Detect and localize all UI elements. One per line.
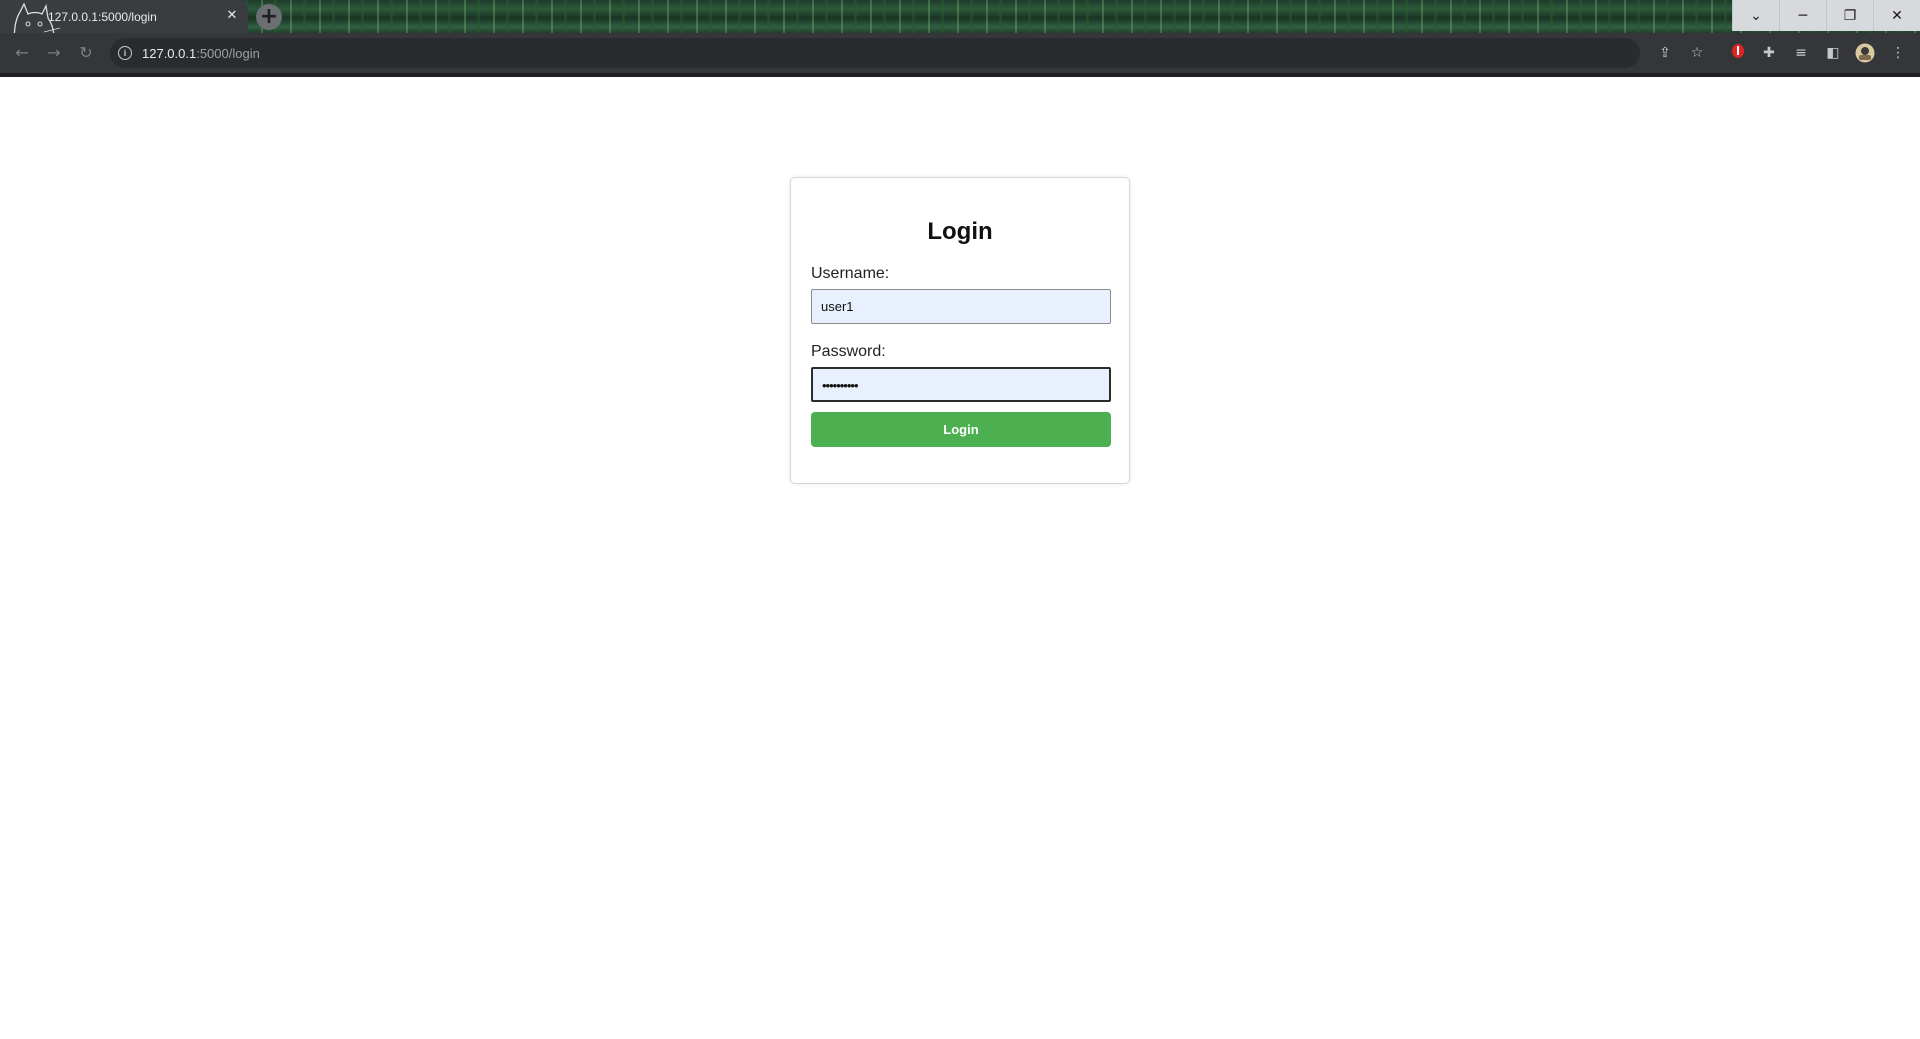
login-card: Login Username: user1 Password: ••••••••…	[790, 177, 1130, 484]
close-window-icon[interactable]: ✕	[1873, 0, 1920, 31]
back-icon[interactable]: ←	[12, 43, 32, 63]
minimize-icon[interactable]: ─	[1779, 0, 1826, 31]
url-text[interactable]: 127.0.0.1:5000/login	[142, 46, 260, 61]
browser-toolbar: ← → ↻ i 127.0.0.1:5000/login ⇪ ☆ ✚ ≡ ◧ ⋮	[0, 33, 1920, 77]
new-tab-icon[interactable]: +	[256, 4, 282, 30]
reading-list-icon[interactable]: ≡	[1791, 43, 1811, 63]
share-icon[interactable]: ⇪	[1655, 43, 1675, 63]
profile-avatar-icon[interactable]	[1855, 43, 1875, 63]
bookmark-star-icon[interactable]: ☆	[1687, 43, 1707, 63]
tab-title: 127.0.0.1:5000/login	[48, 10, 157, 24]
login-button[interactable]: Login	[811, 412, 1111, 447]
reload-icon[interactable]: ↻	[76, 43, 96, 63]
address-bar[interactable]: i 127.0.0.1:5000/login	[110, 38, 1640, 68]
username-label: Username:	[811, 265, 890, 282]
forward-icon[interactable]: →	[44, 43, 64, 63]
info-icon[interactable]: i	[118, 46, 132, 60]
extension-red-icon[interactable]	[1728, 43, 1748, 63]
window-controls: ⌄ ─ ❐ ✕	[1732, 0, 1920, 31]
password-label: Password:	[811, 343, 886, 360]
active-tab[interactable]: 127.0.0.1:5000/login ✕	[0, 0, 248, 55]
tab-strip: 127.0.0.1:5000/login ✕ + ⌄ ─ ❐ ✕	[0, 0, 1920, 55]
side-panel-icon[interactable]: ◧	[1823, 43, 1843, 63]
login-heading: Login	[927, 218, 993, 245]
menu-kebab-icon[interactable]: ⋮	[1888, 43, 1908, 63]
password-input[interactable]: ••••••••••	[811, 367, 1111, 402]
tab-close-icon[interactable]: ✕	[224, 8, 240, 24]
tab-search-dropdown-icon[interactable]: ⌄	[1732, 0, 1779, 31]
restore-icon[interactable]: ❐	[1826, 0, 1873, 31]
extensions-puzzle-icon[interactable]: ✚	[1759, 43, 1779, 63]
username-input[interactable]: user1	[811, 289, 1111, 324]
